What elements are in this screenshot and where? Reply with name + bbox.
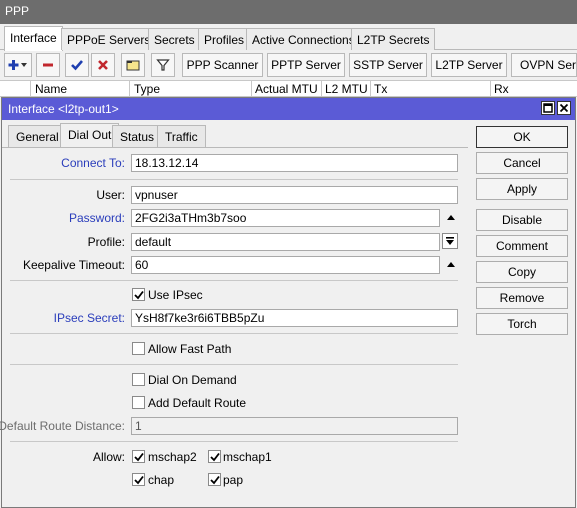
- connect-to-label: Connect To:: [61, 156, 125, 170]
- tab-general[interactable]: General: [8, 125, 67, 147]
- collapse-up-icon[interactable]: [444, 211, 458, 225]
- plus-icon: [8, 60, 27, 70]
- column-rx[interactable]: Rx: [494, 82, 509, 96]
- user-label: User:: [96, 188, 125, 202]
- password-field[interactable]: 2FG2i3aTHm3b7soo: [131, 209, 440, 227]
- pptp-server-button[interactable]: PPTP Server: [267, 53, 345, 77]
- l2tp-server-button[interactable]: L2TP Server: [431, 53, 507, 77]
- profile-select[interactable]: default: [131, 233, 440, 251]
- copy-button[interactable]: Copy: [476, 261, 568, 283]
- column-type[interactable]: Type: [134, 82, 160, 96]
- dropdown-icon: [446, 237, 454, 245]
- allow-fast-path-checkbox[interactable]: [132, 342, 145, 355]
- filter-icon: [156, 59, 170, 71]
- apply-button[interactable]: Apply: [476, 178, 568, 200]
- x-icon: [98, 60, 108, 70]
- ok-button[interactable]: OK: [476, 126, 568, 148]
- comment-button[interactable]: Comment: [476, 235, 568, 257]
- tab-secrets[interactable]: Secrets: [148, 28, 201, 50]
- collapse-up-icon[interactable]: [444, 258, 458, 272]
- tab-profiles[interactable]: Profiles: [198, 28, 251, 50]
- close-button[interactable]: [557, 101, 571, 115]
- password-label: Password:: [68, 211, 125, 225]
- default-route-distance-label: Default Route Distance:: [0, 419, 125, 433]
- sstp-server-button[interactable]: SSTP Server: [349, 53, 427, 77]
- allow-fast-path-label: Allow Fast Path: [148, 342, 232, 356]
- interface-list-header: Name Type Actual MTU L2 MTU Tx Rx: [0, 80, 577, 97]
- toolbar: PPP Scanner PPTP Server SSTP Server L2TP…: [0, 51, 577, 79]
- ipsec-secret-field[interactable]: YsH8f7ke3r6i6TBB5pZu: [131, 309, 458, 327]
- column-l2-mtu[interactable]: L2 MTU: [325, 82, 368, 96]
- checkmark-icon: [134, 290, 144, 300]
- allow-mschap2-checkbox[interactable]: [132, 450, 145, 463]
- maximize-icon: [543, 103, 553, 113]
- maximize-button[interactable]: [541, 101, 555, 115]
- allow-pap-checkbox[interactable]: [208, 473, 221, 486]
- torch-button[interactable]: Torch: [476, 313, 568, 335]
- allow-chap-checkbox[interactable]: [132, 473, 145, 486]
- allow-mschap1-checkbox[interactable]: [208, 450, 221, 463]
- allow-pap-label: pap: [223, 473, 244, 487]
- keepalive-label: Keepalive Timeout:: [22, 258, 125, 272]
- ppp-scanner-button[interactable]: PPP Scanner: [182, 53, 263, 77]
- checkmark-icon: [210, 452, 220, 462]
- minus-icon: [43, 63, 53, 67]
- dial-on-demand-label: Dial On Demand: [148, 373, 237, 387]
- close-icon: [559, 103, 569, 113]
- checkmark-icon: [134, 452, 144, 462]
- use-ipsec-checkbox[interactable]: [132, 288, 145, 301]
- ipsec-secret-label: IPsec Secret:: [53, 311, 125, 325]
- tab-traffic[interactable]: Traffic: [157, 125, 206, 147]
- check-icon: [71, 60, 83, 71]
- tab-pppoe-servers[interactable]: PPPoE Servers: [61, 28, 157, 50]
- add-default-route-checkbox[interactable]: [132, 396, 145, 409]
- user-field[interactable]: vpnuser: [131, 186, 458, 204]
- tab-interface[interactable]: Interface: [4, 26, 63, 51]
- column-name[interactable]: Name: [35, 82, 67, 96]
- dialog-title: Interface <l2tp-out1>: [8, 102, 119, 116]
- comment-button[interactable]: [121, 53, 145, 77]
- dialog-title-bar: Interface <l2tp-out1>: [2, 98, 575, 120]
- checkmark-icon: [134, 475, 144, 485]
- default-route-distance-field: 1: [131, 417, 458, 435]
- add-button[interactable]: [4, 53, 32, 77]
- interface-dialog: Interface <l2tp-out1> General Dial Out S…: [0, 97, 576, 508]
- ovpn-server-button[interactable]: OVPN Serve: [511, 53, 577, 77]
- allow-mschap1-label: mschap1: [223, 450, 272, 464]
- remove-button[interactable]: [36, 53, 60, 77]
- dial-on-demand-checkbox[interactable]: [132, 373, 145, 386]
- remove-button[interactable]: Remove: [476, 287, 568, 309]
- add-default-route-label: Add Default Route: [148, 396, 247, 410]
- column-actual-mtu[interactable]: Actual MTU: [255, 82, 318, 96]
- comment-icon: [126, 60, 140, 71]
- window-title: PPP: [5, 4, 30, 18]
- tab-l2tp-secrets[interactable]: L2TP Secrets: [351, 28, 436, 50]
- main-tabs: Interface PPPoE Servers Secrets Profiles…: [0, 24, 577, 51]
- disable-button[interactable]: Disable: [476, 209, 568, 231]
- use-ipsec-label: Use IPsec: [148, 288, 203, 302]
- tab-dial-out[interactable]: Dial Out: [60, 123, 120, 148]
- cancel-button[interactable]: Cancel: [476, 152, 568, 174]
- allow-chap-label: chap: [148, 473, 175, 487]
- filter-button[interactable]: [151, 53, 175, 77]
- enable-button[interactable]: [65, 53, 89, 77]
- checkmark-icon: [210, 475, 220, 485]
- profile-label: Profile:: [87, 235, 125, 249]
- keepalive-field[interactable]: 60: [131, 256, 440, 274]
- window-title-bar: PPP: [0, 0, 577, 24]
- profile-dropdown-button[interactable]: [442, 233, 458, 249]
- tab-status[interactable]: Status: [112, 125, 163, 147]
- allow-mschap2-label: mschap2: [148, 450, 197, 464]
- tab-active-connections[interactable]: Active Connections: [246, 28, 361, 50]
- column-tx[interactable]: Tx: [374, 82, 387, 96]
- connect-to-field[interactable]: 18.13.12.14: [131, 154, 458, 172]
- disable-button[interactable]: [91, 53, 115, 77]
- allow-label: Allow:: [92, 450, 125, 464]
